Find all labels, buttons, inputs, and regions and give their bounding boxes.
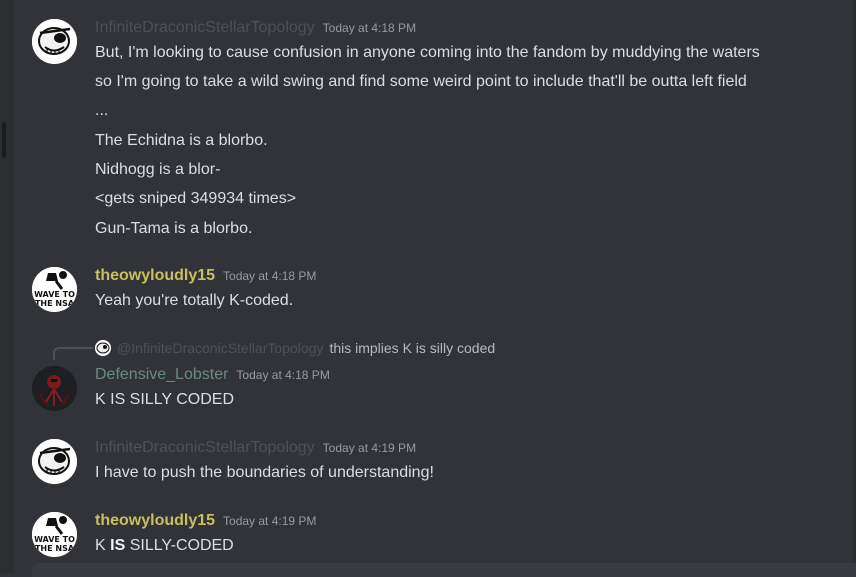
author-name[interactable]: Defensive_Lobster	[95, 366, 228, 383]
message-text: K IS SILLY-CODED	[95, 537, 234, 555]
svg-text:WAVE TO: WAVE TO	[34, 535, 75, 544]
lobster-avatar-icon	[32, 366, 77, 411]
message-timestamp[interactable]: Today at 4:18 PM	[236, 368, 329, 382]
author-name[interactable]: theowyloudly15	[95, 267, 215, 284]
message-composer[interactable]	[32, 563, 856, 577]
bold-text: IS	[110, 537, 126, 554]
skull-avatar-icon	[32, 439, 77, 484]
svg-text:THE NSA: THE NSA	[35, 544, 75, 553]
message-text: I have to push the boundaries of underst…	[95, 464, 434, 481]
message-text: But, I'm looking to cause confusion in a…	[95, 44, 760, 61]
message-text: Nidhogg is a blor-	[95, 161, 221, 178]
author-name[interactable]: InfiniteDraconicStellarTopology	[95, 439, 315, 456]
message-text: Yeah you're totally K-coded.	[95, 292, 294, 309]
author-name[interactable]: theowyloudly15	[95, 512, 215, 529]
svg-text:WAVE TO: WAVE TO	[34, 290, 75, 299]
message-timestamp[interactable]: Today at 4:18 PM	[323, 21, 416, 35]
avatar[interactable]: WAVE TO THE NSA	[32, 267, 77, 312]
message-text: K IS SILLY CODED	[95, 391, 235, 408]
text-part: K	[95, 537, 111, 554]
svg-text:THE NSA: THE NSA	[35, 299, 75, 308]
message-text: Gun-Tama is a blorbo.	[95, 220, 253, 237]
left-scroll-thumb[interactable]	[2, 122, 6, 158]
avatar[interactable]	[32, 366, 77, 411]
message-timestamp[interactable]: Today at 4:18 PM	[223, 269, 316, 283]
reply-text[interactable]: this implies K is silly coded	[329, 340, 495, 356]
author-name[interactable]: InfiniteDraconicStellarTopology	[95, 19, 315, 36]
wave-to-nsa-avatar-icon: WAVE TO THE NSA	[32, 512, 77, 557]
message-text: <gets sniped 349934 times>	[95, 190, 297, 207]
skull-avatar-icon	[32, 19, 77, 64]
message-text: ...	[95, 102, 109, 119]
reply-preview[interactable]: @InfiniteDraconicStellarTopology this im…	[95, 338, 495, 358]
reply-avatar	[95, 340, 111, 356]
left-scroll-rail	[0, 0, 14, 573]
text-part: SILLY-CODED	[125, 537, 234, 554]
wave-to-nsa-avatar-icon: WAVE TO THE NSA	[32, 267, 77, 312]
avatar[interactable]: WAVE TO THE NSA	[32, 512, 77, 557]
avatar[interactable]	[32, 439, 77, 484]
reply-spine	[53, 347, 93, 360]
message-text: so I'm going to take a wild swing and fi…	[95, 73, 747, 90]
avatar[interactable]	[32, 19, 77, 64]
reply-mention[interactable]: @InfiniteDraconicStellarTopology	[117, 340, 323, 356]
skull-avatar-icon	[95, 340, 111, 356]
message-timestamp[interactable]: Today at 4:19 PM	[323, 441, 416, 455]
message-text: The Echidna is a blorbo.	[95, 132, 268, 149]
message-timestamp[interactable]: Today at 4:19 PM	[223, 514, 316, 528]
